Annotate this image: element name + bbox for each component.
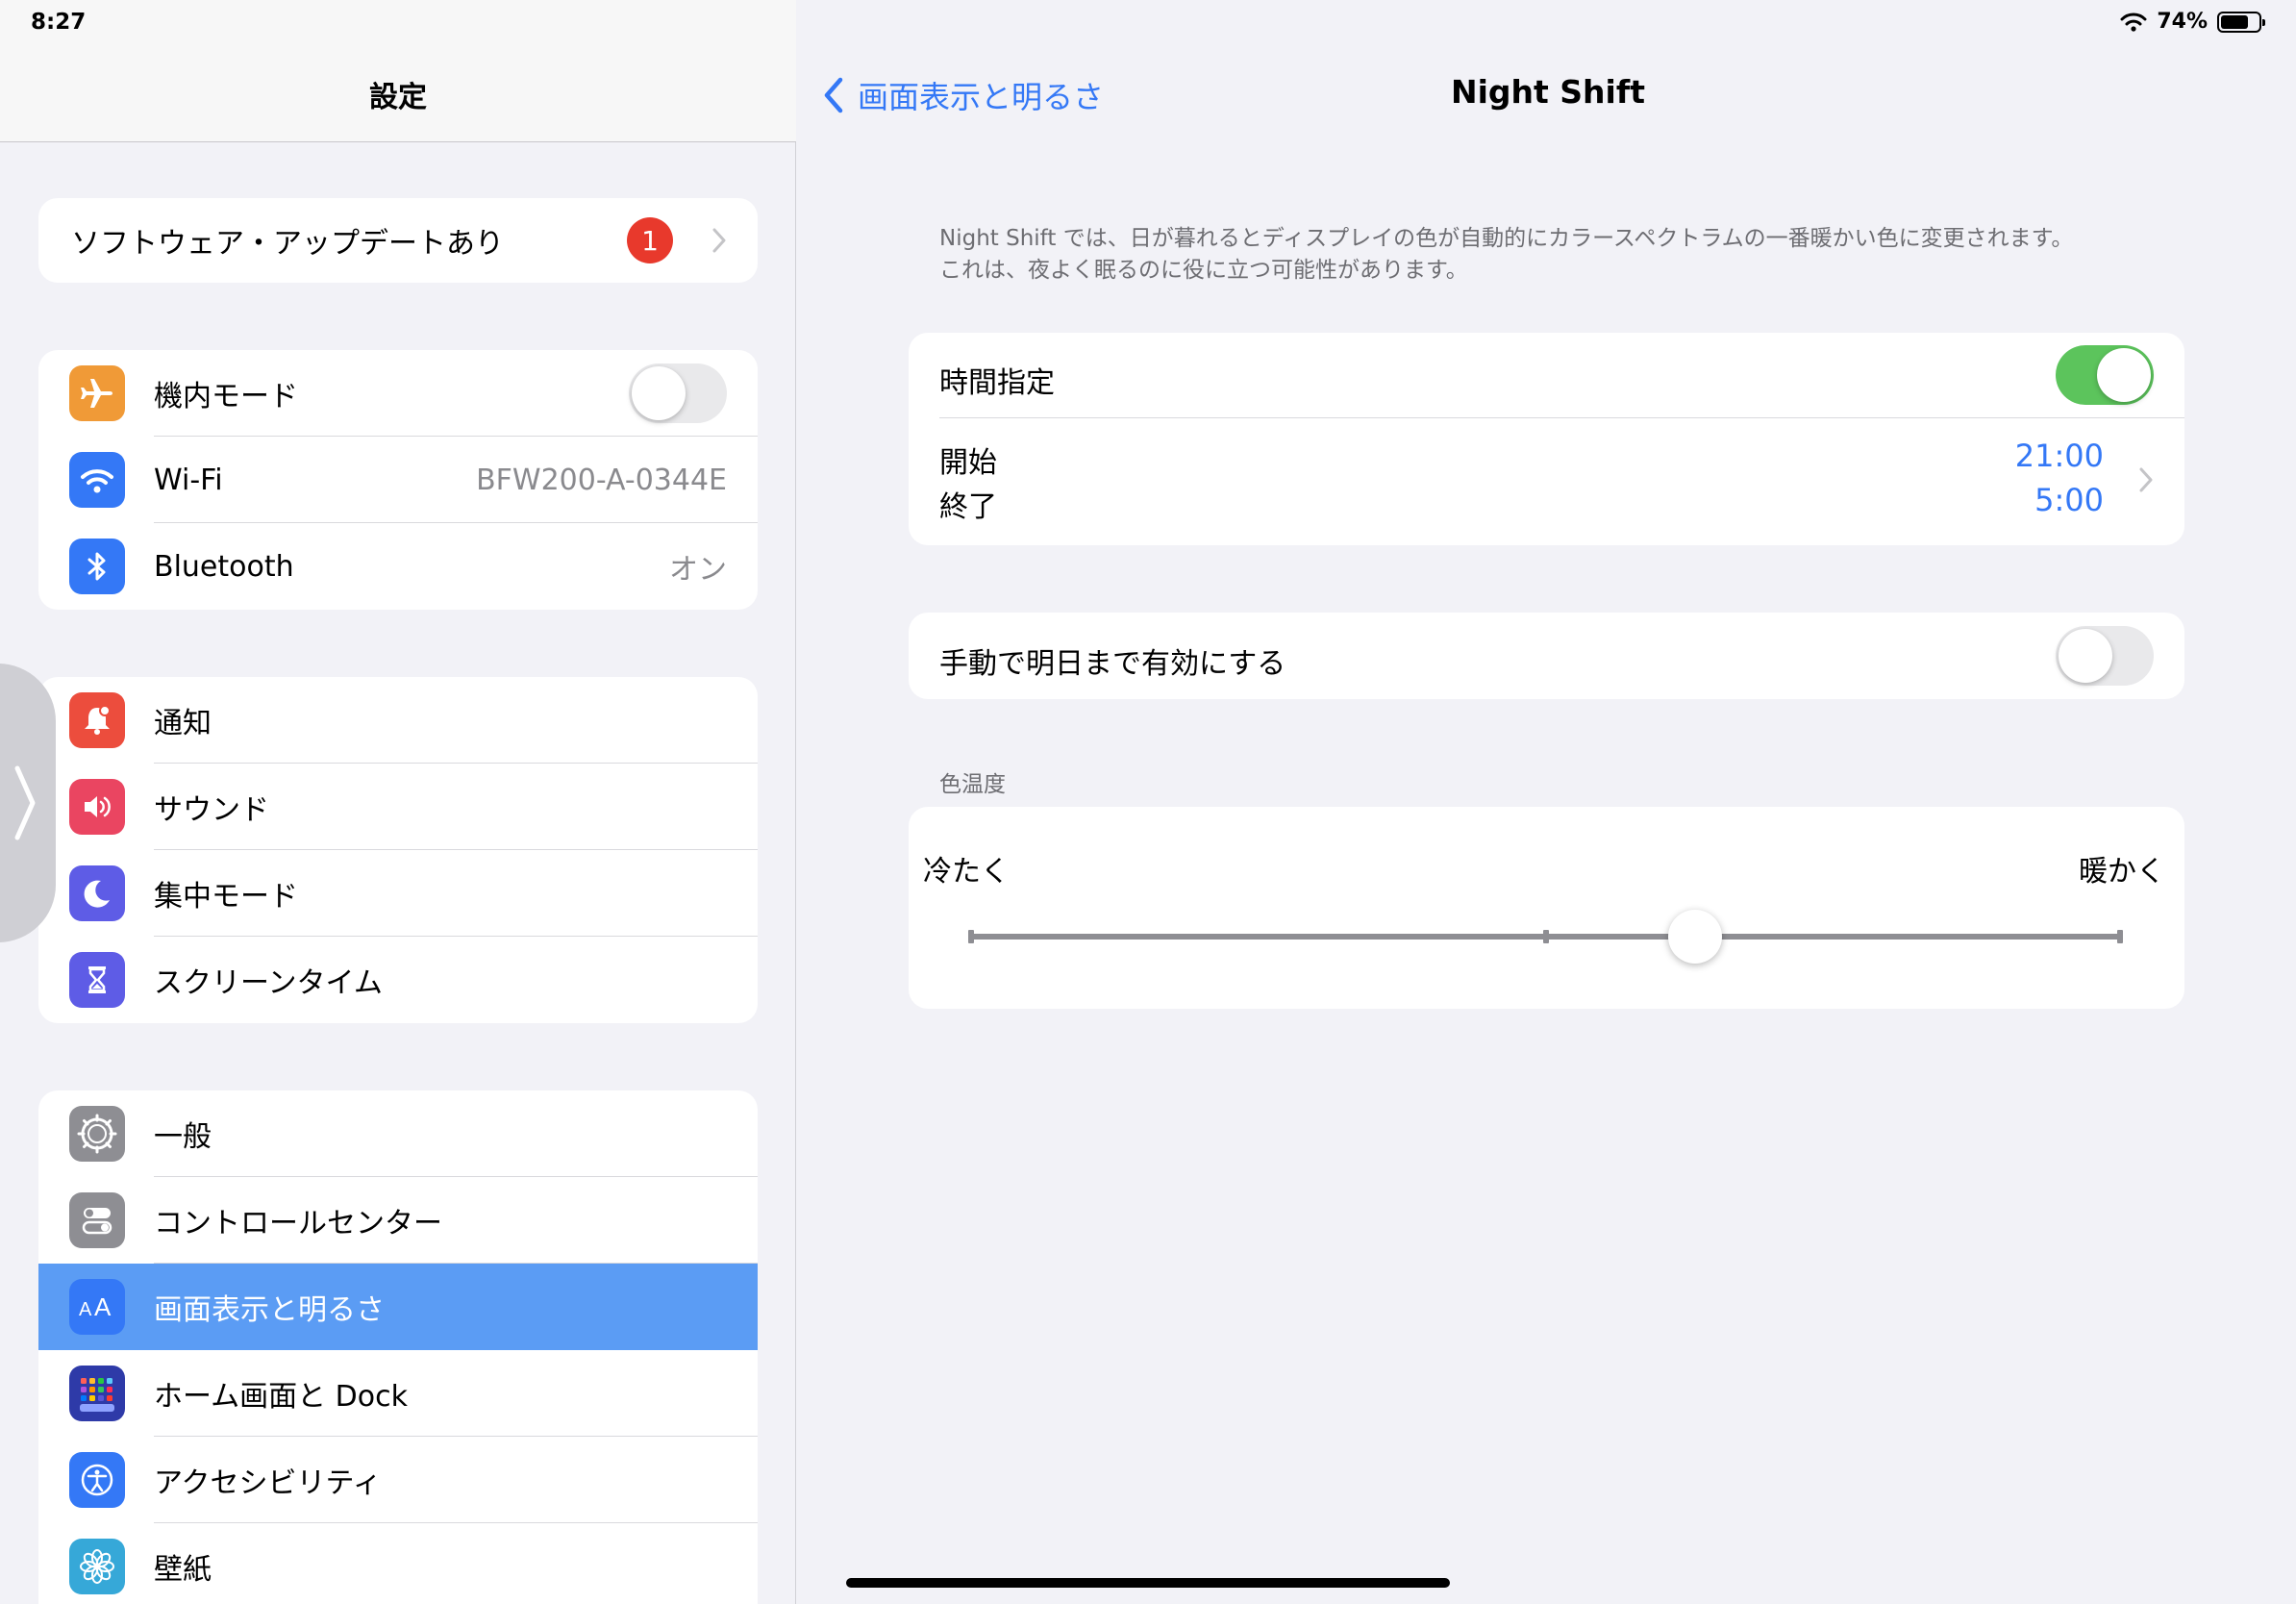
chevron-right-icon xyxy=(712,228,726,253)
gear-icon xyxy=(69,1106,125,1162)
sidebar-item-display-brightness[interactable]: AA 画面表示と明るさ xyxy=(38,1264,758,1350)
switches-icon xyxy=(69,1192,125,1248)
general-group: 一般 コントロールセンター AA 画面表示と明るさ ホーム画面と Dock アク… xyxy=(38,1090,758,1604)
battery-icon xyxy=(2217,11,2265,33)
cooler-label: 冷たく xyxy=(923,855,1010,889)
settings-sidebar: 設定 ソフトウェア・アップデートあり 1 機内モード Wi-Fi BFW200-… xyxy=(0,0,796,1604)
night-shift-description: Night Shift では、日が暮れるとディスプレイの色が自動的にカラースペク… xyxy=(939,223,2189,287)
scheduled-label: 時間指定 xyxy=(939,366,1055,400)
notifications-group: 通知 サウンド 集中モード スクリーンタイム xyxy=(38,677,758,1023)
page-title: Night Shift xyxy=(1450,73,1645,111)
chevron-right-icon xyxy=(2139,467,2153,492)
sidebar-item-label: 集中モード xyxy=(154,880,298,914)
airplane-mode-toggle[interactable] xyxy=(629,363,727,423)
bluetooth-status: オン xyxy=(669,553,727,587)
speaker-icon xyxy=(69,779,125,835)
wifi-status-icon xyxy=(2120,13,2147,32)
sidebar-item-label: サウンド xyxy=(154,793,269,827)
wifi-network-name: BFW200-A-0344E xyxy=(476,463,727,497)
moon-icon xyxy=(69,865,125,921)
svg-text:A: A xyxy=(94,1292,112,1321)
from-time: 21:00 xyxy=(2014,438,2104,474)
sidebar-item-wallpaper[interactable]: 壁紙 xyxy=(38,1523,758,1604)
sidebar-item-focus[interactable]: 集中モード xyxy=(38,850,758,937)
manual-enable-label: 手動で明日まで有効にする xyxy=(939,647,1286,681)
scheduled-toggle[interactable] xyxy=(2056,345,2154,405)
scheduled-row: 時間指定 xyxy=(909,333,2184,418)
hourglass-icon xyxy=(69,952,125,1008)
sidebar-item-label: ホーム画面と Dock xyxy=(154,1380,408,1414)
chevron-right-icon xyxy=(14,765,36,840)
bell-icon xyxy=(69,692,125,748)
sidebar-item-general[interactable]: 一般 xyxy=(38,1090,758,1177)
back-button[interactable]: 画面表示と明るさ xyxy=(823,73,1104,117)
wifi-icon xyxy=(69,452,125,508)
sidebar-item-screen-time[interactable]: スクリーンタイム xyxy=(38,937,758,1023)
schedule-card: 時間指定 開始 終了 21:00 5:00 xyxy=(909,333,2184,545)
airplane-icon xyxy=(69,365,125,421)
software-update-row[interactable]: ソフトウェア・アップデートあり 1 xyxy=(38,198,758,283)
sidebar-item-label: 機内モード xyxy=(154,380,298,414)
slider-tick-mid xyxy=(1543,930,1549,943)
svg-text:A: A xyxy=(79,1299,92,1320)
color-temperature-header: 色温度 xyxy=(939,772,1006,797)
manual-card: 手動で明日まで有効にする xyxy=(909,613,2184,699)
status-right: 74% xyxy=(2120,10,2265,34)
sidebar-item-label: スクリーンタイム xyxy=(154,966,383,1000)
sidebar-item-label: 壁紙 xyxy=(154,1553,212,1587)
sidebar-edge-handle[interactable] xyxy=(0,664,56,942)
sidebar-title: 設定 xyxy=(369,81,427,114)
sidebar-item-control-center[interactable]: コントロールセンター xyxy=(38,1177,758,1264)
sidebar-item-home-screen-dock[interactable]: ホーム画面と Dock xyxy=(38,1350,758,1437)
text-size-icon: AA xyxy=(69,1279,125,1335)
sidebar-item-label: 画面表示と明るさ xyxy=(154,1293,385,1327)
description-line-1: Night Shift では、日が暮れるとディスプレイの色が自動的にカラースペク… xyxy=(939,226,2074,251)
sidebar-item-label: Wi-Fi xyxy=(154,463,223,497)
sidebar-item-label: 通知 xyxy=(154,707,212,740)
sidebar-item-label: Bluetooth xyxy=(154,549,294,584)
back-label: 画面表示と明るさ xyxy=(858,79,1105,115)
bluetooth-icon xyxy=(69,539,125,594)
slider-thumb[interactable] xyxy=(1667,910,1722,964)
update-badge: 1 xyxy=(627,217,673,263)
slider-tick-end xyxy=(2117,930,2123,943)
battery-percent: 74% xyxy=(2157,10,2208,34)
update-group: ソフトウェア・アップデートあり 1 xyxy=(38,198,758,283)
warmer-label: 暖かく xyxy=(2079,855,2165,889)
sidebar-item-bluetooth[interactable]: Bluetooth オン xyxy=(38,523,758,610)
description-line-2: これは、夜よく眠るのに役に立つ可能性があります。 xyxy=(939,258,1468,283)
sidebar-item-airplane-mode[interactable]: 機内モード xyxy=(38,350,758,437)
sidebar-item-label: コントロールセンター xyxy=(154,1207,442,1241)
sidebar-item-wifi[interactable]: Wi-Fi BFW200-A-0344E xyxy=(38,437,758,523)
slider-tick-start xyxy=(968,930,974,943)
temperature-card: 冷たく 暖かく xyxy=(909,807,2184,1009)
sidebar-item-sounds[interactable]: サウンド xyxy=(38,764,758,850)
sidebar-item-accessibility[interactable]: アクセシビリティ xyxy=(38,1437,758,1523)
software-update-label: ソフトウェア・アップデートあり xyxy=(71,227,504,261)
home-grid-icon xyxy=(69,1366,125,1421)
sidebar-item-notifications[interactable]: 通知 xyxy=(38,677,758,764)
sidebar-item-label: 一般 xyxy=(154,1120,212,1154)
status-time: 8:27 xyxy=(31,10,87,35)
from-label: 開始 xyxy=(939,446,997,480)
to-time: 5:00 xyxy=(2034,482,2104,518)
home-indicator xyxy=(846,1578,1450,1588)
schedule-times-row[interactable]: 開始 終了 21:00 5:00 xyxy=(909,418,2184,545)
connectivity-group: 機内モード Wi-Fi BFW200-A-0344E Bluetooth オン xyxy=(38,350,758,610)
to-label: 終了 xyxy=(939,490,997,524)
sidebar-header: 設定 xyxy=(0,0,796,142)
sidebar-item-label: アクセシビリティ xyxy=(154,1466,382,1500)
accessibility-icon xyxy=(69,1452,125,1508)
manual-enable-toggle[interactable] xyxy=(2056,626,2154,686)
chevron-left-icon xyxy=(824,77,843,113)
flower-icon xyxy=(69,1539,125,1594)
